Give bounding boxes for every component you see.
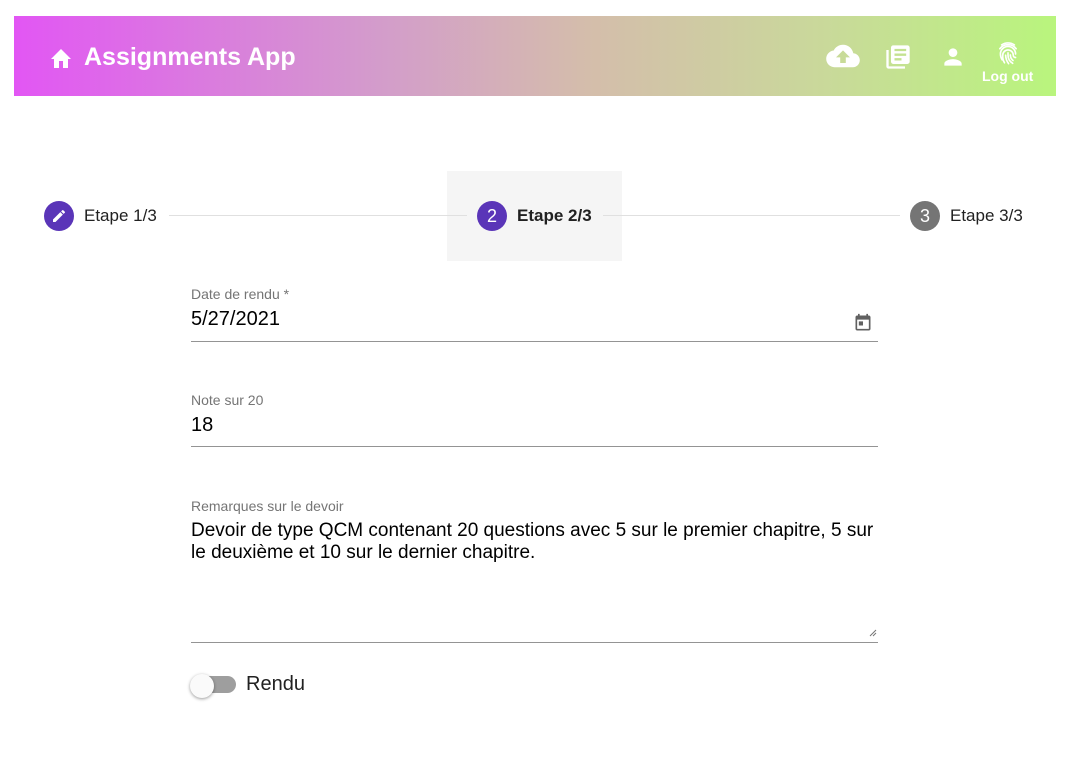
stepper-connector-1 — [169, 215, 467, 216]
logout-label[interactable]: Log out — [982, 68, 1033, 84]
cloud-upload-icon[interactable] — [826, 42, 860, 70]
remarks-field[interactable]: Remarques sur le devoir Devoir de type Q… — [191, 498, 878, 564]
calendar-icon[interactable] — [853, 313, 873, 333]
remarks-underline — [191, 642, 878, 643]
step-1-indicator — [44, 201, 74, 231]
step-3-indicator: 3 — [910, 201, 940, 231]
app-toolbar: Assignments App Log out — [14, 16, 1056, 96]
grade-label: Note sur 20 — [191, 392, 264, 408]
due-date-field[interactable]: Date de rendu * 5/27/2021 — [191, 286, 878, 331]
resize-handle-icon[interactable] — [869, 629, 877, 637]
submitted-toggle-thumb[interactable] — [190, 674, 214, 698]
due-date-input[interactable]: 5/27/2021 — [191, 308, 878, 331]
step-1[interactable]: Etape 1/3 — [44, 201, 157, 231]
fingerprint-icon[interactable] — [994, 40, 1022, 68]
person-icon[interactable] — [940, 44, 966, 70]
step-1-label: Etape 1/3 — [84, 206, 157, 225]
home-icon[interactable] — [48, 47, 74, 69]
grade-input[interactable]: 18 — [191, 414, 878, 437]
library-books-icon[interactable] — [884, 43, 912, 71]
edit-icon — [53, 209, 66, 222]
step-3-label: Etape 3/3 — [950, 206, 1023, 225]
grade-field[interactable]: Note sur 20 18 — [191, 392, 878, 437]
remarks-textarea[interactable]: Devoir de type QCM contenant 20 question… — [191, 520, 876, 564]
step-3[interactable]: 3 Etape 3/3 — [910, 201, 1023, 231]
step-2-label: Etape 2/3 — [517, 206, 592, 225]
app-title[interactable]: Assignments App — [84, 43, 296, 72]
remarks-label: Remarques sur le devoir — [191, 498, 344, 514]
stepper-connector-2 — [603, 215, 900, 216]
step-2-indicator: 2 — [477, 201, 507, 231]
step-2[interactable]: 2 Etape 2/3 — [477, 201, 592, 231]
grade-underline — [191, 446, 878, 447]
due-date-underline — [191, 341, 878, 342]
due-date-label: Date de rendu * — [191, 286, 290, 302]
submitted-toggle-label[interactable]: Rendu — [246, 673, 305, 696]
